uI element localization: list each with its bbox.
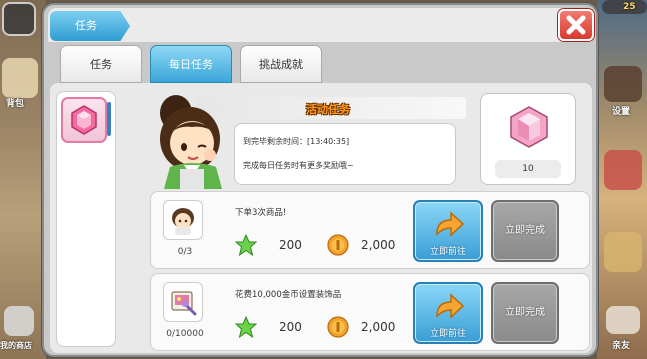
- close-button[interactable]: [558, 9, 594, 41]
- exp-reward: 200: [235, 316, 302, 338]
- task-progress: 0/3: [177, 247, 193, 257]
- shop-icon[interactable]: [4, 306, 34, 336]
- exp-amount: 200: [279, 238, 302, 252]
- task-row: 0/3 下单3次商品! 200 2,000 立即前往 立即完成: [150, 191, 590, 269]
- player-avatar-icon[interactable]: [2, 2, 36, 36]
- pink-gem-icon: [510, 106, 548, 148]
- event-hint: 完成每日任务时有更多奖励哦~: [243, 161, 354, 170]
- gold-coin-icon: [327, 316, 349, 338]
- exp-reward: 200: [235, 234, 302, 256]
- event-time-remaining: 到完毕剩余时间：[13:40:35]: [243, 137, 350, 146]
- reward-count: 10: [495, 160, 561, 178]
- bag-icon[interactable]: [2, 58, 38, 98]
- shop-label: 我的商店: [0, 341, 32, 350]
- category-scrollbar[interactable]: [107, 102, 111, 136]
- task-icon: [163, 200, 203, 240]
- category-list: [56, 91, 116, 347]
- gold-coin-icon: [327, 234, 349, 256]
- coin-reward: 2,000: [327, 234, 395, 256]
- coin-amount: 2,000: [361, 320, 396, 334]
- dialog-title-bar: 任务: [48, 8, 594, 42]
- exp-amount: 200: [279, 320, 302, 334]
- friends-icon[interactable]: [606, 306, 640, 334]
- side-building-icon[interactable]: [604, 150, 642, 190]
- task-progress: 0/10000: [166, 329, 204, 339]
- coin-reward: 2,000: [327, 316, 395, 338]
- task-row: 0/10000 花费10,000金币设置装饰品 200 2,000 立即前往 立…: [150, 273, 590, 351]
- event-header-bar: 活动任务: [196, 97, 466, 119]
- go-now-button[interactable]: 立即前往: [413, 282, 483, 344]
- arrow-right-icon: [436, 293, 465, 319]
- bag-label: 背包: [6, 99, 25, 109]
- side-shop-icon[interactable]: [604, 232, 642, 272]
- dialog-title: 任务: [50, 11, 130, 41]
- friends-label: 亲友: [612, 341, 631, 351]
- go-now-label: 立即前往: [429, 247, 466, 257]
- task-description: 下单3次商品!: [235, 208, 287, 218]
- settings-label: 设置: [612, 107, 631, 117]
- category-item-gem[interactable]: [61, 97, 107, 143]
- go-now-label: 立即前往: [429, 329, 466, 339]
- resource-count: 25: [623, 2, 636, 12]
- go-now-button[interactable]: 立即前往: [413, 200, 483, 262]
- content-panel: 活动任务 到完毕剩余时间：[13:40:35] 完成每日任务时有更多奖励哦~ 1…: [50, 83, 592, 353]
- tab-tasks[interactable]: 任务: [60, 45, 142, 83]
- close-icon: [566, 15, 586, 35]
- event-reward-box: 10: [480, 93, 576, 185]
- character-avatar-icon: [172, 208, 194, 235]
- event-banner: 活动任务 到完毕剩余时间：[13:40:35] 完成每日任务时有更多奖励哦~: [146, 93, 468, 189]
- green-star-icon: [235, 234, 257, 256]
- complete-now-button[interactable]: 立即完成: [491, 282, 559, 344]
- girl-character-icon: [160, 95, 222, 189]
- green-star-icon: [235, 316, 257, 338]
- task-description: 花费10,000金币设置装饰品: [235, 290, 342, 300]
- task-dialog: 任务 任务 每日任务 挑战成就 活动任务 到完毕剩余时间：[13:40:35] …: [42, 3, 598, 357]
- task-icon: [163, 282, 203, 322]
- complete-now-button[interactable]: 立即完成: [491, 200, 559, 262]
- event-title: 活动任务: [306, 103, 350, 116]
- event-info-box: 到完毕剩余时间：[13:40:35] 完成每日任务时有更多奖励哦~: [234, 123, 456, 185]
- tab-bar: 任务 每日任务 挑战成就: [60, 45, 590, 85]
- coin-amount: 2,000: [361, 238, 396, 252]
- settings-icon[interactable]: [604, 66, 642, 102]
- arrow-right-icon: [436, 211, 465, 237]
- pink-gem-icon: [71, 105, 97, 135]
- tab-achievements[interactable]: 挑战成就: [240, 45, 322, 83]
- tab-daily-tasks[interactable]: 每日任务: [150, 45, 232, 83]
- decoration-item-icon: [171, 291, 197, 316]
